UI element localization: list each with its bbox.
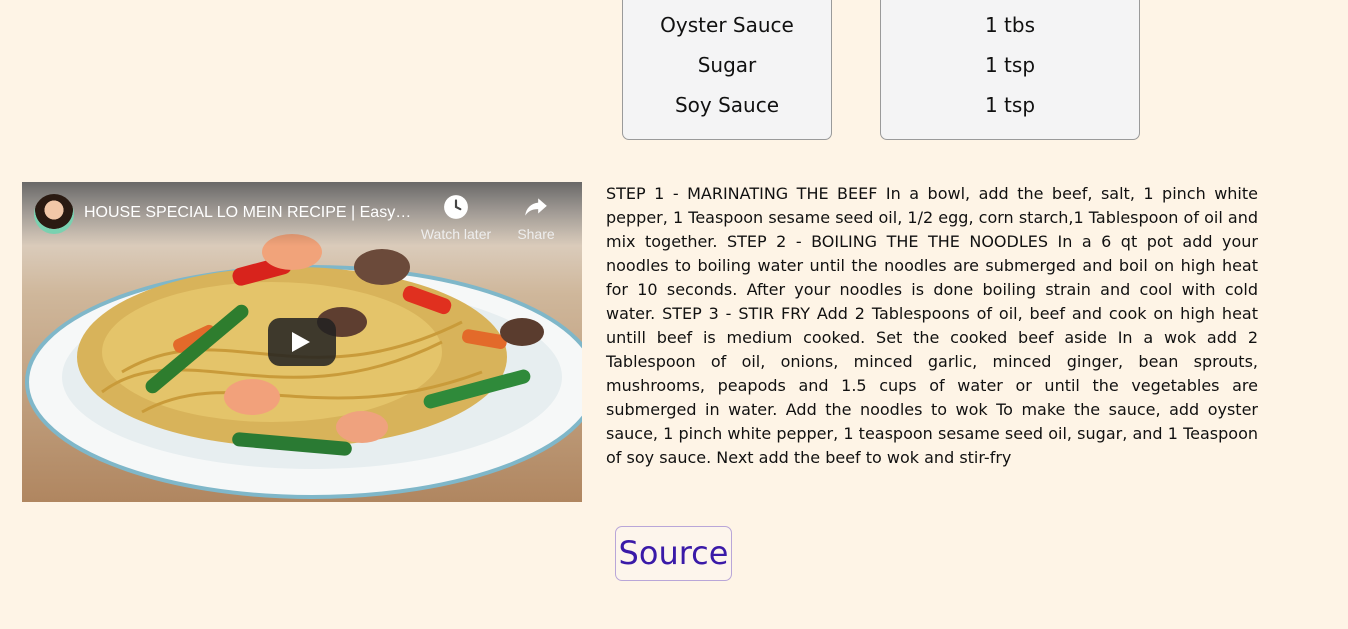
play-button[interactable] [268, 318, 336, 366]
ingredient-quantities-box: 1 tbs 1 tsp 1 tsp [880, 0, 1140, 140]
channel-avatar[interactable] [34, 194, 74, 234]
clock-icon [444, 195, 468, 219]
ingredient-name: Sugar [697, 53, 757, 77]
recipe-instructions: STEP 1 - MARINATING THE BEEF In a bowl, … [606, 184, 1258, 467]
ingredient-quantity: 1 tbs [984, 13, 1036, 37]
share-button[interactable]: Share [510, 194, 562, 242]
share-label: Share [517, 226, 555, 242]
ingredient-quantity: 1 tsp [984, 93, 1036, 117]
play-icon [292, 332, 310, 352]
video-title[interactable]: HOUSE SPECIAL LO MEIN RECIPE | Easy Chin… [84, 204, 414, 222]
ingredient-name: Soy Sauce [674, 93, 780, 117]
share-arrow-icon [525, 198, 547, 216]
watch-later-label: Watch later [420, 226, 492, 242]
watch-later-button[interactable]: Watch later [420, 194, 492, 242]
video-player[interactable]: HOUSE SPECIAL LO MEIN RECIPE | Easy Chin… [22, 182, 582, 502]
ingredient-names-box: Oyster Sauce Sugar Soy Sauce [622, 0, 832, 140]
recipe-page: Oyster Sauce Sugar Soy Sauce 1 tbs 1 tsp… [0, 0, 1348, 629]
source-link[interactable]: Source [615, 526, 732, 581]
ingredient-name: Oyster Sauce [660, 13, 794, 37]
ingredient-quantity: 1 tsp [984, 53, 1036, 77]
